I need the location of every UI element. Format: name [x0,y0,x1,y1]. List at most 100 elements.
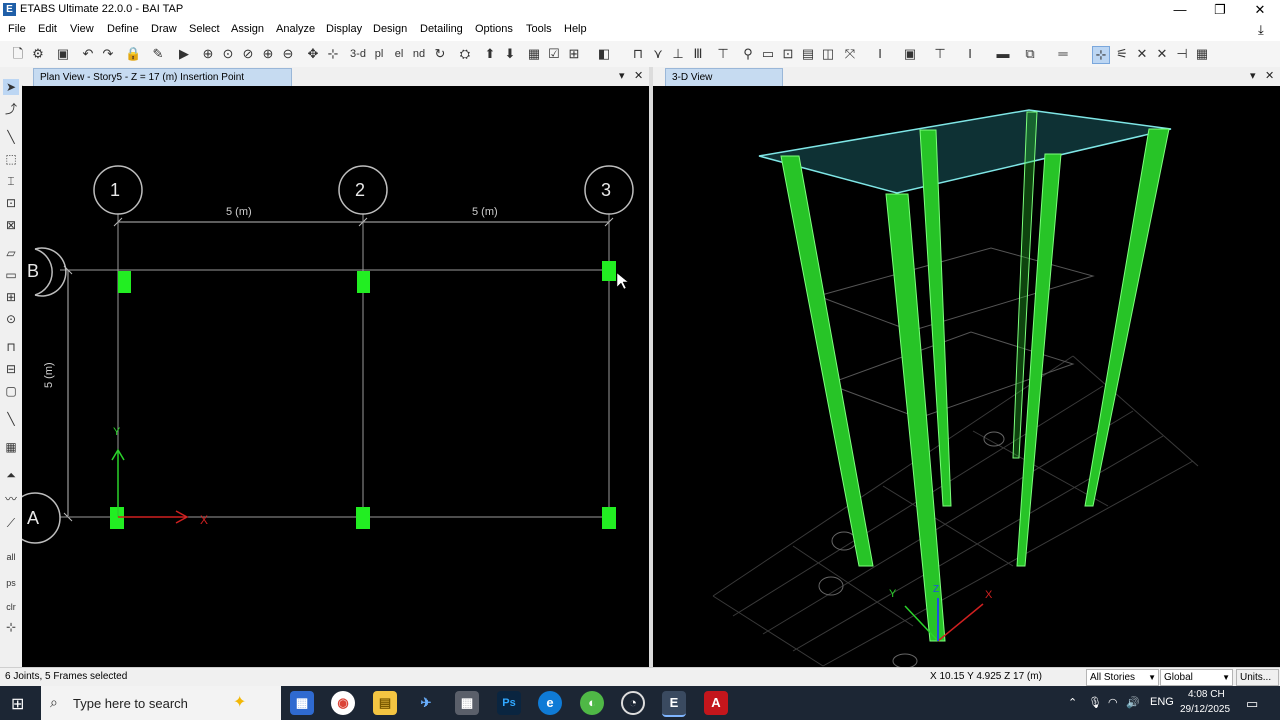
new-file-icon[interactable]: 🗋 [10,46,26,62]
menu-analyze[interactable]: Analyze [276,23,315,35]
draw-brace-icon[interactable]: ⋎ [650,46,666,62]
copy-icon[interactable]: ⧉ [1022,46,1038,62]
file-explorer-icon[interactable]: ▤ [373,691,397,715]
calculator-icon[interactable]: ▦ [455,691,479,715]
assign-frame-icon[interactable]: ⊤ [932,46,948,62]
close-button[interactable]: ✕ [1240,0,1280,20]
snap-intersection-icon[interactable]: ✕ [1134,46,1150,62]
tab-plan-view[interactable]: Plan View - Story5 - Z = 17 (m) Insertio… [33,68,292,87]
menu-design[interactable]: Design [373,23,407,35]
units-button[interactable]: Units... [1236,669,1279,686]
zoom-out-icon[interactable]: ⊖ [280,46,296,62]
draw-area-icon[interactable]: ◫ [820,46,836,62]
photoshop-icon[interactable]: Ps [497,691,521,715]
app-green-icon[interactable]: ◐ [580,691,604,715]
windows-start-icon[interactable]: ⊞ [11,694,24,714]
draw-link-icon[interactable]: ⚲ [740,46,756,62]
minimize-button[interactable]: — [1160,0,1200,20]
draw-opening-icon[interactable]: ⊡ [780,46,796,62]
elevation-view-icon[interactable]: el [391,46,407,62]
undo-icon[interactable]: ↶ [80,46,96,62]
notification-icon[interactable]: ▭ [1246,696,1258,712]
plan-view-icon[interactable]: pl [371,46,387,62]
draw-spring-icon[interactable]: 〰 [3,491,19,507]
select-window-icon[interactable]: ⬚ [3,151,19,167]
nd-view-icon[interactable]: nd [411,46,427,62]
draw-columns-icon[interactable]: Ⅲ [690,46,706,62]
app-feather-icon[interactable]: ✈ [414,691,438,715]
draw-point-icon[interactable]: ▱ [3,245,19,261]
etabs-app-icon[interactable]: E [3,3,16,16]
view3d-canvas[interactable]: Y X Z [653,86,1280,667]
plan-dropdown-icon[interactable]: ▾ [619,69,625,82]
search-highlight-icon[interactable]: ✦ [233,692,246,712]
previous-selection-icon[interactable]: ps [3,575,19,591]
set-view-icon[interactable]: ⛭ [457,46,473,62]
clock-time[interactable]: 4:08 CH [1188,689,1225,700]
language-indicator[interactable]: ENG [1150,696,1174,708]
select-section-icon[interactable]: I [872,46,888,62]
reshape-icon[interactable]: ⤴ [3,101,19,117]
check-icon[interactable]: ☑ [546,46,562,62]
redo-icon[interactable]: ↷ [100,46,116,62]
plan-view-canvas[interactable]: 1 2 3 B A 5 (m) 5 (m) 5 (m) Y X [22,86,649,667]
move-down-icon[interactable]: ⬇ [502,46,518,62]
snap-grid-icon[interactable]: ⊹ [1092,46,1110,64]
deselect-icon[interactable]: ⊠ [3,217,19,233]
select-intersect-icon[interactable]: ⌶ [3,173,19,189]
download-icon[interactable]: ⤓ [1258,22,1264,38]
zoom-previous-icon[interactable]: ⊘ [240,46,256,62]
etabs-taskbar-icon[interactable]: E [662,691,686,717]
network-icon[interactable]: ◠ [1108,696,1118,709]
coord-system-select[interactable]: Global ▼ [1160,669,1233,686]
draw-tendon-icon[interactable]: ⤧ [842,46,858,62]
menu-file[interactable]: File [8,23,26,35]
plan-close-icon[interactable]: ✕ [634,69,643,82]
draw-rect-icon[interactable]: ▭ [3,267,19,283]
snap-ends-icon[interactable]: ⚟ [1114,46,1130,62]
clock-date[interactable]: 29/12/2025 [1180,704,1230,715]
menu-display[interactable]: Display [326,23,362,35]
zoom-window-icon[interactable]: ⊕ [200,46,216,62]
snap-extend-icon[interactable]: ▦ [1194,46,1210,62]
pan-icon[interactable]: ✥ [305,46,321,62]
chrome-icon[interactable]: ◉ [331,691,355,715]
save-icon[interactable]: ▣ [55,46,71,62]
draw-wall-icon[interactable]: ⊤ [715,46,731,62]
draw-frame-icon[interactable]: ⊓ [630,46,646,62]
rotate-view-icon[interactable]: ↻ [432,46,448,62]
menu-view[interactable]: View [70,23,94,35]
story-select[interactable]: All Stories ▼ [1086,669,1159,686]
tray-chevron-icon[interactable]: ⌃ [1068,696,1077,709]
menu-edit[interactable]: Edit [38,23,57,35]
volume-icon[interactable]: 🔊 [1126,696,1140,709]
tab-3d-view[interactable]: 3-D View [665,68,783,87]
draw-opening-left-icon[interactable]: ▢ [3,383,19,399]
menu-detailing[interactable]: Detailing [420,23,463,35]
autocad-icon[interactable]: A [704,691,728,715]
store-icon[interactable]: ▦ [290,691,314,715]
run-analysis-icon[interactable]: ✎ [150,46,166,62]
zoom-extents-icon[interactable]: ⊙ [220,46,236,62]
microphone-icon[interactable]: 🎙 [1088,696,1102,709]
view3d-close-icon[interactable]: ✕ [1265,69,1274,82]
select-all-text-icon[interactable]: all [3,549,19,565]
draw-support-icon[interactable]: ⏶ [3,467,19,483]
clear-selection-icon[interactable]: clr [3,599,19,615]
display-options-icon[interactable]: ▦ [526,46,542,62]
draw-floor-icon[interactable]: ▭ [760,46,776,62]
menu-tools[interactable]: Tools [526,23,552,35]
edge-icon[interactable]: e [538,691,562,715]
draw-dimension-icon[interactable]: ⟋ [3,515,19,531]
draw-poly-icon[interactable]: ⊞ [3,289,19,305]
quick-draw-beams-icon[interactable]: ⊥ [670,46,686,62]
draw-line-icon[interactable]: ╲ [3,129,19,145]
snap-toggle-icon[interactable]: ⊹ [3,619,19,635]
play-icon[interactable]: ▶ [176,46,192,62]
view3d-dropdown-icon[interactable]: ▾ [1250,69,1256,82]
draw-grid-icon[interactable]: ▦ [3,439,19,455]
app-red-icon[interactable]: ◔ [621,691,645,715]
view-3d-icon[interactable]: 3-d [347,46,369,62]
menu-define[interactable]: Define [107,23,139,35]
object-shrink-icon[interactable]: ⊞ [566,46,582,62]
